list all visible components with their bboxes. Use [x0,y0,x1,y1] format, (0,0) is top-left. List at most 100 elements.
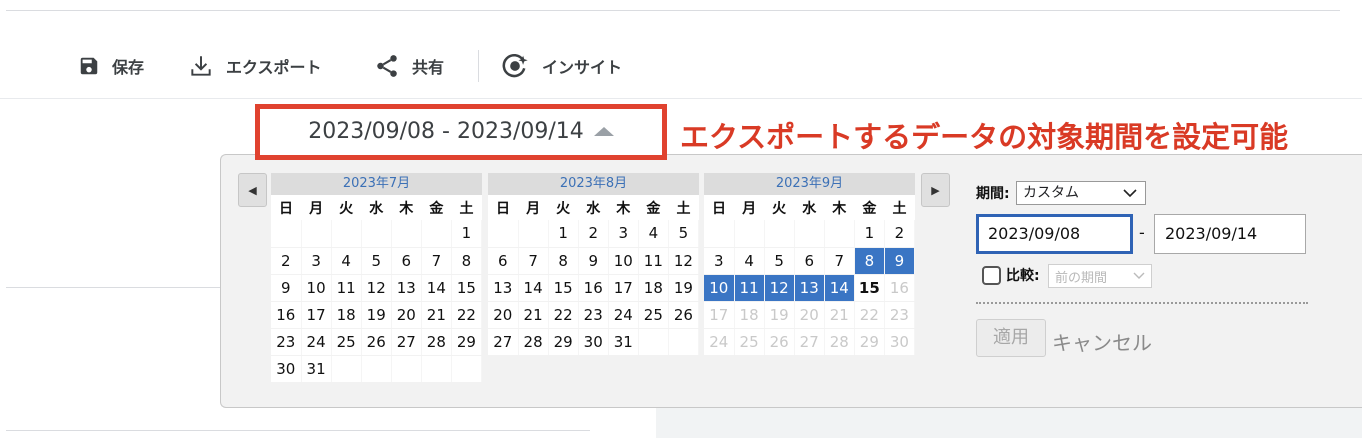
content-divider [6,430,590,431]
cancel-link[interactable]: キャンセル [1052,327,1152,356]
day-cell[interactable]: 29 [451,328,483,356]
day-cell[interactable]: 30 [271,355,302,383]
day-cell[interactable]: 12 [361,274,392,302]
day-cell[interactable]: 19 [361,301,392,329]
day-cell[interactable]: 15 [854,274,885,302]
selected-day-cell[interactable]: 8 [854,247,885,275]
day-cell[interactable]: 11 [331,274,362,302]
disabled-day-cell: 17 [704,301,735,329]
day-cell[interactable]: 3 [608,220,639,248]
day-cell[interactable]: 6 [391,247,422,275]
day-cell[interactable]: 17 [301,301,332,329]
day-cell[interactable]: 6 [794,247,825,275]
day-cell[interactable]: 24 [608,301,639,329]
day-cell[interactable]: 14 [518,274,549,302]
date-range-toggle[interactable]: 2023/09/08 - 2023/09/14 [260,119,662,144]
selected-day-cell[interactable]: 9 [884,247,916,275]
day-cell[interactable]: 28 [421,328,452,356]
day-cell[interactable]: 17 [608,274,639,302]
day-cell[interactable]: 26 [668,301,700,329]
day-cell[interactable]: 26 [361,328,392,356]
day-cell[interactable]: 14 [421,274,452,302]
day-cell[interactable]: 19 [668,274,700,302]
day-cell[interactable]: 27 [391,328,422,356]
weekday-label: 木 [608,195,639,220]
content-divider [6,287,220,288]
insights-button[interactable]: インサイト [500,50,622,82]
day-cell[interactable]: 5 [764,247,795,275]
day-cell[interactable]: 1 [854,220,885,248]
day-cell[interactable]: 15 [451,274,483,302]
day-cell[interactable]: 20 [488,301,519,329]
day-cell[interactable]: 4 [331,247,362,275]
share-label: 共有 [412,58,445,77]
start-date-input[interactable]: 2023/09/08 [976,214,1133,254]
day-cell[interactable]: 23 [271,328,302,356]
day-cell[interactable]: 3 [704,247,735,275]
day-cell[interactable]: 24 [301,328,332,356]
period-select[interactable]: カスタム [1016,181,1146,205]
day-cell[interactable]: 11 [638,247,669,275]
selected-day-cell[interactable]: 11 [734,274,765,302]
day-cell[interactable]: 5 [668,220,700,248]
end-date-input[interactable]: 2023/09/14 [1154,214,1306,254]
day-cell[interactable]: 13 [488,274,519,302]
day-cell[interactable]: 31 [608,328,639,356]
day-cell[interactable]: 21 [421,301,452,329]
selected-day-cell[interactable]: 10 [704,274,735,302]
apply-button[interactable]: 適用 [976,319,1046,357]
day-cell[interactable]: 31 [301,355,332,383]
day-cell[interactable]: 7 [421,247,452,275]
day-cell[interactable]: 13 [391,274,422,302]
day-cell[interactable]: 21 [518,301,549,329]
day-cell[interactable]: 10 [301,274,332,302]
day-cell[interactable]: 5 [361,247,392,275]
day-cell[interactable]: 25 [331,328,362,356]
weekday-header: 日月火水木金土 [271,195,482,220]
next-month-button[interactable]: ▶ [921,173,950,207]
day-cell[interactable]: 27 [488,328,519,356]
share-button[interactable]: 共有 [374,50,444,82]
day-cell[interactable]: 2 [578,220,609,248]
day-cell[interactable]: 8 [451,247,483,275]
selected-day-cell[interactable]: 13 [794,274,825,302]
share-icon [374,53,400,79]
day-cell[interactable]: 18 [331,301,362,329]
day-cell[interactable]: 7 [518,247,549,275]
day-cell[interactable]: 12 [668,247,700,275]
day-cell[interactable]: 1 [451,220,483,248]
compare-checkbox[interactable] [982,266,1001,285]
day-cell[interactable]: 2 [271,247,302,275]
day-cell[interactable]: 15 [548,274,579,302]
day-cell[interactable]: 2 [884,220,916,248]
day-cell[interactable]: 6 [488,247,519,275]
month-title: 2023年9月 [704,173,915,195]
day-cell[interactable]: 23 [578,301,609,329]
chevron-down-icon [1133,272,1145,279]
day-cell[interactable]: 16 [271,301,302,329]
day-cell[interactable]: 20 [391,301,422,329]
day-cell[interactable]: 16 [578,274,609,302]
weekday-label: 火 [331,195,362,220]
day-cell[interactable]: 22 [451,301,483,329]
day-cell[interactable]: 28 [518,328,549,356]
day-cell[interactable]: 4 [638,220,669,248]
day-cell[interactable]: 8 [548,247,579,275]
save-button[interactable]: 保存 [78,50,144,82]
day-cell[interactable]: 18 [638,274,669,302]
day-cell[interactable]: 25 [638,301,669,329]
day-cell[interactable]: 7 [824,247,855,275]
selected-day-cell[interactable]: 12 [764,274,795,302]
day-cell[interactable]: 30 [578,328,609,356]
prev-month-button[interactable]: ◀ [238,173,267,207]
day-cell[interactable]: 9 [578,247,609,275]
day-cell[interactable]: 10 [608,247,639,275]
selected-day-cell[interactable]: 14 [824,274,855,302]
export-button[interactable]: エクスポート [188,50,322,82]
day-cell[interactable]: 4 [734,247,765,275]
day-cell[interactable]: 22 [548,301,579,329]
day-cell[interactable]: 1 [548,220,579,248]
day-cell[interactable]: 9 [271,274,302,302]
day-cell[interactable]: 29 [548,328,579,356]
day-cell[interactable]: 3 [301,247,332,275]
